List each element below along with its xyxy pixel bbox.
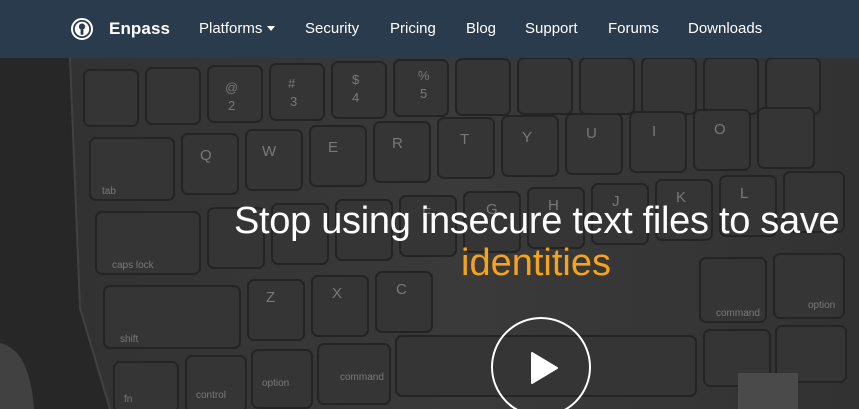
nav-item-downloads[interactable]: Downloads: [688, 20, 762, 37]
nav-item-forums[interactable]: Forums: [608, 20, 659, 37]
brand-logo-link[interactable]: Enpass: [71, 17, 170, 41]
nav-item-support[interactable]: Support: [525, 20, 578, 37]
nav-item-blog[interactable]: Blog: [466, 20, 496, 37]
top-navbar: Enpass Platforms Security Pricing Blog S…: [0, 0, 859, 58]
enpass-logo-icon: [71, 18, 93, 40]
play-video-button[interactable]: [491, 317, 591, 409]
hero-headline: Stop using insecure text files to save: [234, 200, 840, 242]
brand-name: Enpass: [109, 19, 171, 38]
nav-item-platforms-label: Platforms: [199, 20, 263, 37]
nav-item-platforms[interactable]: Platforms: [199, 20, 276, 37]
hero-headline-accent: identities: [461, 242, 611, 284]
chevron-down-icon: [267, 25, 276, 31]
play-icon: [531, 352, 558, 384]
hero-section: @2 #3 $4 % 5 Q W E R T Y U I O F G H J K …: [0, 58, 859, 409]
nav-item-security[interactable]: Security: [305, 20, 359, 37]
nav-item-pricing[interactable]: Pricing: [390, 20, 436, 37]
